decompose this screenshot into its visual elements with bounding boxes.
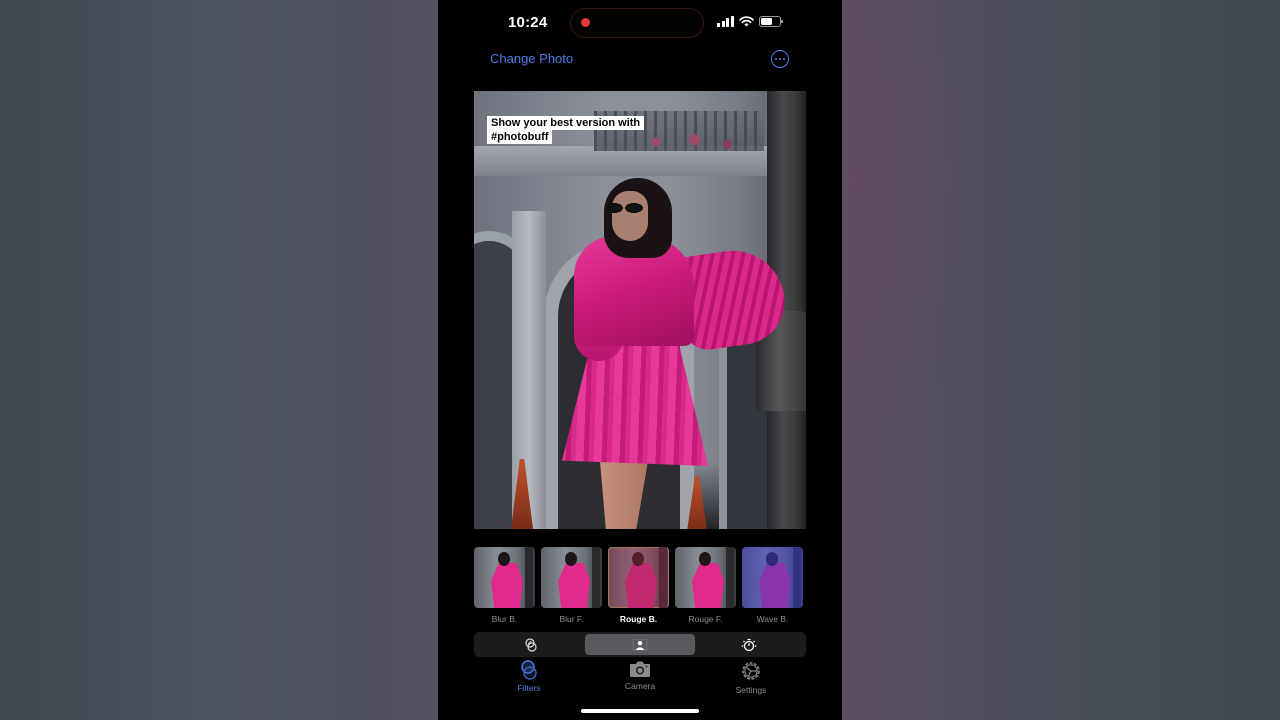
timer-sun-icon (742, 638, 757, 651)
tab-bar: Filters Camera Settings (474, 660, 806, 696)
tab-label: Settings (735, 685, 767, 695)
background-left (0, 0, 438, 720)
signal-icon (717, 15, 734, 27)
tab-label: Filters (517, 683, 541, 693)
tab-label: Camera (624, 681, 656, 691)
status-icons (717, 14, 783, 28)
gear-icon (742, 662, 760, 680)
filter-thumbnail (541, 547, 602, 608)
filter-thumbnail-selected (608, 547, 669, 608)
mode-segmented-control (474, 632, 806, 657)
segment-portrait[interactable] (585, 634, 695, 655)
more-options-button[interactable] (771, 50, 789, 68)
ellipsis-icon (775, 58, 777, 60)
filter-thumbnail (742, 547, 803, 608)
filter-wave-b[interactable]: Wave B. (742, 547, 803, 627)
filters-icon (521, 660, 537, 680)
camera-icon (630, 661, 650, 677)
filter-label: Wave B. (756, 614, 789, 624)
caption-line-1: Show your best version with (487, 116, 645, 130)
filter-rouge-b[interactable]: Rouge B. (608, 547, 669, 627)
filter-thumbnail (474, 547, 535, 608)
filter-label: Blur F. (559, 614, 584, 624)
status-time: 10:24 (508, 14, 548, 31)
tab-camera[interactable]: Camera (585, 660, 695, 696)
filter-rouge-f[interactable]: Rouge F. (675, 547, 736, 627)
recording-indicator-icon (581, 18, 590, 27)
segment-filters[interactable] (476, 634, 585, 655)
wifi-icon (738, 15, 754, 26)
filter-thumbnail (675, 547, 736, 608)
phone-screen: 10:24 Change Photo Show your best versio… (438, 0, 842, 720)
filter-strip: Blur B. Blur F. Rouge B. Rouge F. Wave B… (474, 547, 806, 627)
dynamic-island (570, 8, 704, 38)
photo-preview[interactable]: Show your best version with #photobuff (474, 91, 806, 529)
photo-caption: Show your best version with #photobuff (487, 116, 645, 144)
filter-blur-f[interactable]: Blur F. (541, 547, 602, 627)
filters-overlap-icon (525, 637, 537, 652)
portrait-icon (633, 638, 647, 651)
tab-settings[interactable]: Settings (696, 660, 806, 696)
filter-label: Blur B. (491, 614, 518, 624)
home-indicator[interactable] (581, 709, 699, 713)
filter-label: Rouge F. (688, 614, 723, 624)
battery-icon (758, 15, 783, 27)
change-photo-button[interactable]: Change Photo (490, 51, 573, 66)
tab-filters[interactable]: Filters (474, 660, 584, 696)
caption-line-2: #photobuff (487, 130, 553, 144)
filter-blur-b[interactable]: Blur B. (474, 547, 535, 627)
filter-label: Rouge B. (619, 614, 658, 624)
background-right (842, 0, 1280, 720)
segment-timer[interactable] (695, 634, 804, 655)
